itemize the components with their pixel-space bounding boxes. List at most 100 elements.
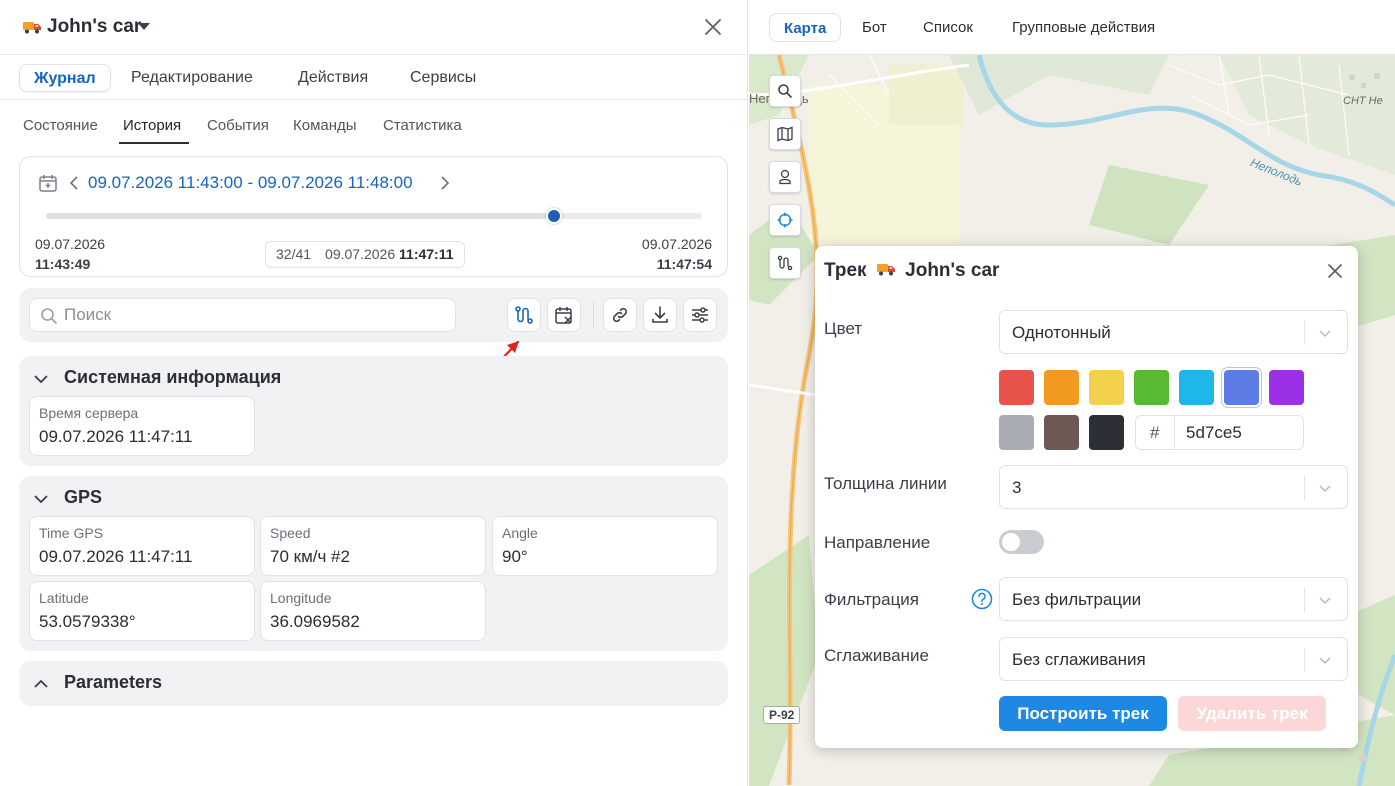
select-divider — [1304, 321, 1305, 345]
color-mode-select[interactable]: Однотонный — [999, 310, 1348, 354]
chevron-down-icon — [1319, 330, 1331, 338]
hex-prefix: # — [1150, 423, 1160, 442]
color-swatch[interactable] — [1179, 370, 1214, 405]
color-swatch[interactable] — [1224, 370, 1259, 405]
direction-toggle[interactable] — [999, 530, 1044, 554]
range-end: 09.07.2026 11:47:54 — [642, 234, 712, 274]
select-value: 3 — [1012, 478, 1022, 497]
tab-edit[interactable]: Редактирование — [117, 64, 267, 92]
slider-thumb[interactable] — [546, 208, 563, 224]
range-start-date: 09.07.2026 — [35, 236, 106, 252]
active-tab-indicator — [119, 142, 189, 144]
link-button[interactable] — [603, 298, 637, 332]
tab-state[interactable]: Состояние — [23, 117, 98, 134]
filter-settings-button[interactable] — [683, 298, 717, 332]
download-button[interactable] — [643, 298, 677, 332]
caret-down-icon[interactable] — [138, 23, 150, 30]
section-title: Parameters — [64, 672, 163, 692]
calendar-icon[interactable] — [38, 173, 58, 193]
field-card: Time GPS 09.07.2026 11:47:11 — [29, 516, 255, 576]
section-title: Системная информация — [64, 367, 282, 387]
download-icon — [652, 306, 668, 323]
color-swatch[interactable] — [1089, 370, 1124, 405]
dialog-vehicle-name: John's car — [905, 260, 1000, 281]
secondary-tabs: Состояние История События Команды Статис… — [0, 100, 748, 146]
tab-events[interactable]: События — [207, 117, 269, 134]
slider-fill — [46, 213, 555, 219]
filter-select[interactable]: Без фильтрации — [999, 577, 1348, 621]
field-card: Angle 90° — [492, 516, 718, 576]
field-card: Время сервера 09.07.2026 11:47:11 — [29, 396, 255, 456]
hex-value: 5d7ce5 — [1186, 423, 1242, 442]
location-pin-icon — [779, 169, 791, 185]
help-icon[interactable] — [971, 588, 993, 610]
field-label: Angle — [502, 525, 538, 541]
map-search-button[interactable] — [769, 75, 801, 107]
field-value: 09.07.2026 11:47:11 — [39, 547, 193, 566]
close-icon[interactable] — [1325, 261, 1345, 281]
field-card: Speed 70 км/ч #2 — [260, 516, 486, 576]
section-parameters: Parameters — [19, 661, 728, 706]
search-input[interactable] — [64, 300, 444, 330]
chevron-down-icon — [34, 375, 48, 384]
chevron-right-icon[interactable] — [438, 175, 452, 191]
smooth-label: Сглаживание — [824, 646, 929, 665]
map-pin-button[interactable] — [769, 161, 801, 193]
select-divider — [1304, 648, 1305, 672]
field-card: Longitude 36.0969582 — [260, 581, 486, 641]
crosshair-icon — [777, 212, 793, 228]
map-layers-button[interactable] — [769, 118, 801, 150]
tab-history[interactable]: История — [123, 117, 181, 134]
section-title: GPS — [64, 487, 103, 507]
chevron-down-icon — [1319, 485, 1331, 493]
range-start: 09.07.2026 11:43:49 — [35, 234, 105, 274]
build-track-button[interactable]: Построить трек — [999, 696, 1167, 731]
tab-group-actions[interactable]: Групповые действия — [998, 13, 1169, 42]
track-button[interactable] — [507, 298, 541, 332]
map-tabs: Карта Бот Список Групповые действия — [749, 0, 1395, 55]
clear-period-button[interactable] — [547, 298, 581, 332]
map-label-road: Р-92 — [763, 706, 801, 724]
tab-bot[interactable]: Бот — [848, 13, 901, 42]
hex-input[interactable]: # 5d7ce5 — [1135, 415, 1304, 450]
chevron-left-icon[interactable] — [67, 175, 81, 191]
date-range[interactable]: 09.07.2026 11:43:00 - 09.07.2026 11:48:0… — [88, 173, 413, 193]
tab-commands[interactable]: Команды — [293, 117, 357, 134]
color-swatch[interactable] — [1044, 370, 1079, 405]
current-time: 11:47:11 — [399, 246, 454, 262]
calendar-clear-icon — [555, 307, 572, 324]
field-value: 90° — [502, 547, 528, 566]
tab-actions[interactable]: Действия — [284, 64, 382, 92]
section-gps: GPS Time GPS 09.07.2026 11:47:11 Speed 7… — [19, 476, 728, 651]
history-slider[interactable] — [46, 208, 702, 224]
color-swatch[interactable] — [1269, 370, 1304, 405]
delete-track-button[interactable]: Удалить трек — [1178, 696, 1326, 731]
thickness-label: Толщина линии — [824, 474, 947, 493]
field-label: Время сервера — [39, 405, 139, 421]
map-locate-button[interactable] — [769, 204, 801, 236]
map-track-button[interactable] — [769, 247, 801, 279]
current-date: 09.07.2026 — [325, 246, 396, 262]
tab-services[interactable]: Сервисы — [396, 64, 490, 92]
chevron-down-icon — [1319, 657, 1331, 665]
tab-list[interactable]: Список — [909, 13, 987, 42]
color-swatch[interactable] — [1134, 370, 1169, 405]
thickness-select[interactable]: 3 — [999, 465, 1348, 509]
range-end-date: 09.07.2026 — [641, 236, 712, 252]
tab-map[interactable]: Карта — [769, 13, 842, 42]
chevron-down-icon — [34, 495, 48, 504]
color-swatch[interactable] — [1044, 415, 1079, 450]
toggle-knob — [1002, 533, 1020, 551]
field-value: 36.0969582 — [270, 612, 360, 631]
close-icon[interactable] — [702, 16, 724, 38]
select-value: Без сглаживания — [1012, 650, 1146, 669]
color-swatch[interactable] — [999, 415, 1034, 450]
history-toolbar — [19, 288, 728, 342]
smooth-select[interactable]: Без сглаживания — [999, 637, 1348, 681]
page-title[interactable]: John's car — [47, 16, 141, 38]
color-swatch[interactable] — [999, 370, 1034, 405]
tab-journal[interactable]: Журнал — [19, 64, 111, 92]
tab-statistics[interactable]: Статистика — [383, 117, 462, 134]
search-icon — [41, 308, 57, 324]
color-swatch[interactable] — [1089, 415, 1124, 450]
